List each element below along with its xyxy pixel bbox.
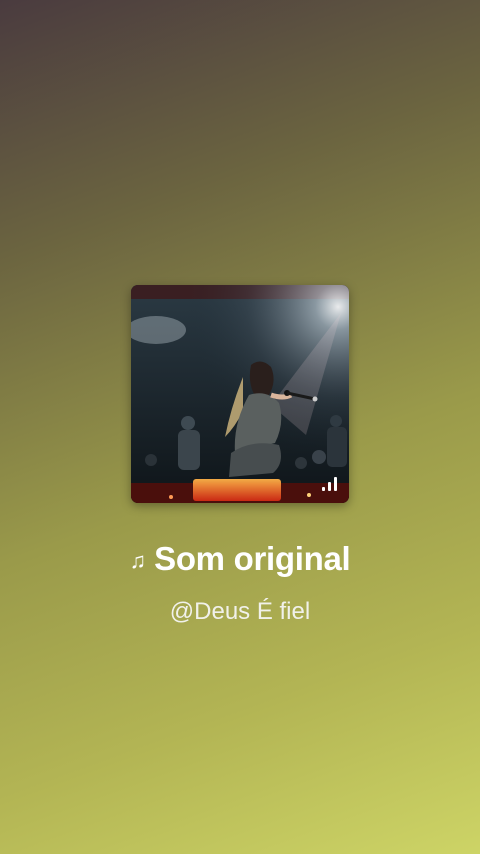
audio-bar [328, 482, 331, 491]
audio-bar [334, 477, 337, 491]
sound-title: Som original [154, 540, 351, 577]
album-cover[interactable] [131, 285, 349, 503]
music-note-icon: ♫ [129, 548, 147, 573]
audio-bars-icon [322, 477, 337, 491]
audio-bar [322, 487, 325, 491]
cover-image [131, 285, 349, 503]
sound-title-row: ♫ Som original [0, 540, 480, 578]
sound-author[interactable]: @Deus É fiel [0, 598, 480, 626]
